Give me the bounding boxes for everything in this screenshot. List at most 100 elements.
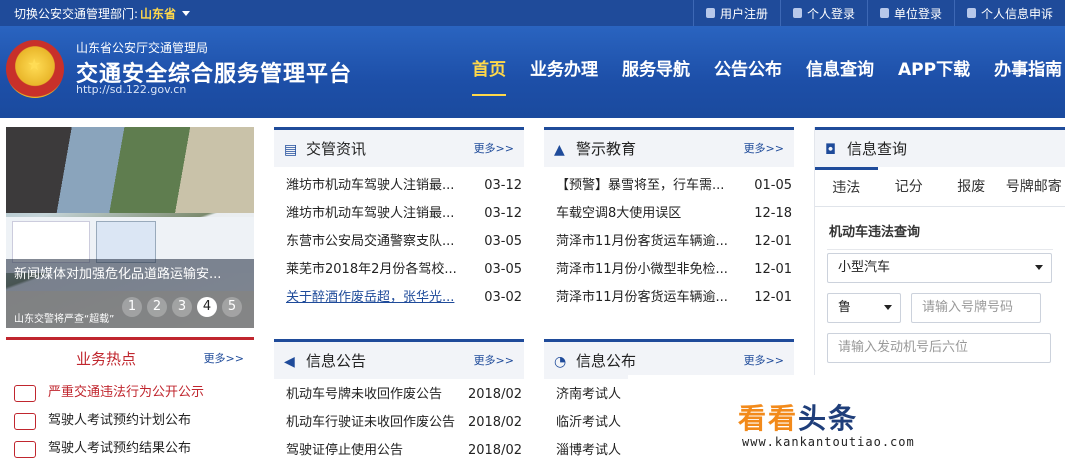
list-item[interactable]: 【预警】暴雪将至，行车需... 01-05 — [544, 172, 794, 200]
personal-login-label[interactable]: 个人登录 — [807, 5, 855, 22]
list-item-date: 2018/02 — [467, 387, 522, 402]
list-item-date: 2018/02 — [467, 443, 522, 458]
nav-service[interactable]: 服务导航 — [610, 56, 702, 96]
main-nav: 首页 业务办理 服务导航 公告公布 信息查询 APP下载 办事指南 — [460, 56, 1065, 96]
more-link[interactable]: 更多>> — [744, 140, 784, 156]
tab-scrap[interactable]: 报废 — [940, 167, 1003, 206]
news-banner-carousel[interactable]: 新闻媒体对加强危化品道路运输安... 山东交警将严查“超载” 1 2 3 4 5 — [6, 127, 254, 328]
building-icon — [879, 8, 889, 18]
carousel-dot[interactable]: 5 — [222, 297, 242, 317]
vehicle-type-select[interactable]: 小型汽车 — [827, 253, 1052, 283]
more-link[interactable]: 更多>> — [474, 140, 514, 156]
list-item[interactable]: 车载空调8大使用误区 12-18 — [544, 200, 794, 228]
list-item[interactable]: 菏泽市11月份客货运车辆逾... 12-01 — [544, 228, 794, 256]
company-login-label[interactable]: 单位登录 — [894, 5, 942, 22]
list-item[interactable]: 严重交通违法行为公开公示 — [6, 379, 254, 407]
list-item-text[interactable]: 驾驶人考试预约结果公布 — [48, 441, 191, 456]
list-item-date: 12-01 — [754, 262, 792, 277]
list-item-text[interactable]: 东营市公安局交通警察支队... — [286, 228, 472, 256]
list-item-text-hover[interactable]: 关于醉酒作废岳超，张华光... — [286, 284, 472, 312]
plate-prefix-select[interactable]: 鲁 — [827, 293, 901, 323]
list-item-date: 12-01 — [754, 234, 792, 249]
list-item-date: 03-05 — [484, 234, 522, 249]
more-link[interactable]: 更多>> — [744, 352, 784, 368]
more-link[interactable]: 更多>> — [204, 350, 244, 366]
nav-app[interactable]: APP下载 — [886, 56, 982, 96]
panel-title: 信息公告 — [306, 352, 367, 370]
user-icon — [966, 8, 976, 18]
tab-plate-mail[interactable]: 号牌邮寄 — [1003, 167, 1065, 206]
carousel-dot[interactable]: 1 — [122, 297, 142, 317]
list-item[interactable]: 机动车号牌未收回作废公告2018/02 — [274, 381, 524, 409]
more-link[interactable]: 更多>> — [474, 352, 514, 368]
register-link-label[interactable]: 用户注册 — [720, 5, 768, 22]
list-item-text[interactable]: 莱芜市2018年2月份各驾校... — [286, 256, 472, 284]
carousel-dot[interactable]: 3 — [172, 297, 192, 317]
panel-title: 警示教育 — [576, 140, 637, 158]
appeal-link-label[interactable]: 个人信息申诉 — [981, 5, 1053, 22]
list-item-text[interactable]: 潍坊市机动车驾驶人注销最... — [286, 172, 472, 200]
vehicle-type-value: 小型汽车 — [838, 260, 891, 275]
list-item[interactable]: 莱芜市2018年2月份各驾校... 03-05 — [274, 256, 524, 284]
watermark-url: www.kankantoutiao.com — [742, 435, 915, 449]
plate-number-input[interactable]: 请输入号牌号码 — [911, 293, 1041, 323]
list-item[interactable]: 机动车行驶证未收回作废公告2018/02 — [274, 409, 524, 437]
top-links: 用户注册 个人登录 单位登录 个人信息申诉 — [692, 0, 1065, 26]
police-emblem-logo[interactable]: ★ — [6, 40, 64, 98]
nav-announcement[interactable]: 公告公布 — [702, 56, 794, 96]
list-item[interactable]: 驾驶人考试预约结果公布 — [6, 435, 254, 463]
query-subtitle: 机动车违法查询 — [829, 225, 921, 240]
list-item-text[interactable]: 驾驶人考试预约计划公布 — [48, 413, 191, 428]
list-item[interactable]: 东营市公安局交通警察支队... 03-05 — [274, 228, 524, 256]
list-item[interactable]: 菏泽市11月份小微型非免检... 12-01 — [544, 256, 794, 284]
appeal-link[interactable]: 个人信息申诉 — [953, 0, 1065, 26]
list-item[interactable]: 潍坊市机动车驾驶人注销最... 03-12 — [274, 200, 524, 228]
list-item-text[interactable]: 严重交通违法行为公开公示 — [48, 385, 204, 400]
carousel-dot[interactable]: 2 — [147, 297, 167, 317]
list-item-text[interactable]: 菏泽市11月份客货运车辆逾... — [556, 228, 742, 256]
watermark-brand: 看看头条 — [738, 397, 858, 437]
list-item[interactable]: 驾驶人考试预约计划公布 — [6, 407, 254, 435]
caret-down-icon[interactable] — [182, 10, 191, 16]
nav-query[interactable]: 信息查询 — [794, 56, 886, 96]
news-panel: ▤ 交管资讯 更多>> 潍坊市机动车驾驶人注销最... 03-12 潍坊市机动车驾… — [274, 127, 524, 312]
panel-title: 交管资讯 — [306, 140, 367, 158]
panel-title: 业务热点 — [76, 350, 137, 368]
engine-number-input[interactable]: 请输入发动机号后六位 — [827, 333, 1051, 363]
list-item-date: 01-05 — [754, 178, 792, 193]
list-item-text[interactable]: 机动车号牌未收回作废公告 — [286, 381, 476, 409]
nav-business[interactable]: 业务办理 — [518, 56, 610, 96]
list-item-date: 2018/02 — [467, 415, 522, 430]
list-item[interactable]: 关于醉酒作废岳超，张华光... 03-02 — [274, 284, 524, 312]
list-item-text[interactable]: 潍坊市机动车驾驶人注销最... — [286, 200, 472, 228]
nav-home[interactable]: 首页 — [460, 56, 518, 96]
plate-prefix-value: 鲁 — [838, 300, 852, 315]
list-item[interactable]: 驾驶证停止使用公告2018/02 — [274, 437, 524, 465]
list-item-text[interactable]: 菏泽市11月份客货运车辆逾... — [556, 284, 742, 312]
banner-subcaption: 山东交警将严查“超载” — [14, 314, 115, 325]
company-login-link[interactable]: 单位登录 — [866, 0, 954, 26]
list-item-text[interactable]: 车载空调8大使用误区 — [556, 200, 742, 228]
list-item-text[interactable]: 【预警】暴雪将至，行车需... — [556, 172, 742, 200]
plus-icon — [705, 8, 715, 18]
list-item-text[interactable]: 机动车行驶证未收回作废公告 — [286, 409, 476, 437]
warning-panel: ▲ 警示教育 更多>> 【预警】暴雪将至，行车需... 01-05 车载空调8大使… — [544, 127, 794, 312]
register-link[interactable]: 用户注册 — [692, 0, 780, 26]
banner-caption[interactable]: 新闻媒体对加强危化品道路运输安... — [6, 259, 254, 291]
region-switcher[interactable]: 切换公安交通管理部门: 山东省 — [14, 5, 191, 22]
list-item-text[interactable]: 菏泽市11月份小微型非免检... — [556, 256, 742, 284]
tab-violation[interactable]: 违法 — [815, 167, 878, 206]
site-header: ★ 山东省公安厅交通管理局 交通安全综合服务管理平台 http://sd.122… — [0, 26, 1065, 118]
list-item[interactable]: 菏泽市11月份客货运车辆逾... 12-01 — [544, 284, 794, 312]
region-province[interactable]: 山东省 — [140, 5, 176, 22]
warning-icon: ▲ — [554, 142, 565, 158]
top-bar: 切换公安交通管理部门: 山东省 用户注册 个人登录 单位登录 个人信息申诉 — [0, 0, 1065, 26]
list-item-text[interactable]: 驾驶证停止使用公告 — [286, 437, 476, 465]
nav-guide[interactable]: 办事指南 — [982, 56, 1065, 96]
list-item[interactable]: 潍坊市机动车驾驶人注销最... 03-12 — [274, 172, 524, 200]
personal-login-link[interactable]: 个人登录 — [779, 0, 867, 26]
tab-points[interactable]: 记分 — [878, 167, 941, 206]
list-item-date: 12-18 — [754, 206, 792, 221]
binoculars-icon: ◘ — [825, 142, 837, 158]
carousel-dot-active[interactable]: 4 — [197, 297, 217, 317]
